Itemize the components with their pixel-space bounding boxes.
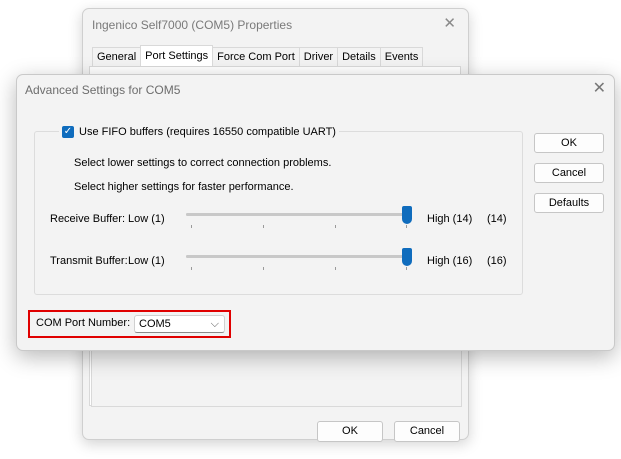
ok-button[interactable]: OK xyxy=(534,133,604,153)
slider-tick xyxy=(335,267,336,270)
com-port-select[interactable]: COM5 ⌵ xyxy=(134,315,225,333)
slider-tick xyxy=(406,267,407,270)
tab-driver[interactable]: Driver xyxy=(298,47,339,66)
defaults-button[interactable]: Defaults xyxy=(534,193,604,213)
advanced-dialog-title: Advanced Settings for COM5 xyxy=(25,83,181,97)
slider-tick xyxy=(263,225,264,228)
fifo-checkbox-row[interactable]: ✓ Use FIFO buffers (requires 16550 compa… xyxy=(59,125,339,139)
properties-window-title: Ingenico Self7000 (COM5) Properties xyxy=(92,18,293,32)
transmit-buffer-value: (16) xyxy=(487,255,507,267)
receive-buffer-slider[interactable] xyxy=(186,213,408,216)
properties-cancel-button[interactable]: Cancel xyxy=(394,421,460,442)
transmit-buffer-slider-thumb[interactable] xyxy=(402,248,412,266)
tab-general[interactable]: General xyxy=(92,47,142,66)
tab-port-settings[interactable]: Port Settings xyxy=(140,45,214,66)
slider-tick xyxy=(335,225,336,228)
slider-tick xyxy=(263,267,264,270)
close-icon[interactable]: ✕ xyxy=(443,14,456,32)
fifo-checkbox-label: Use FIFO buffers (requires 16550 compati… xyxy=(79,126,336,138)
com-port-value: COM5 xyxy=(139,318,171,330)
properties-ok-button[interactable]: OK xyxy=(317,421,383,442)
fifo-checkbox[interactable]: ✓ xyxy=(62,126,74,138)
transmit-buffer-fill xyxy=(186,255,408,258)
tab-strip: General Port Settings Force Com Port Dri… xyxy=(92,45,424,67)
slider-tick xyxy=(406,225,407,228)
chevron-down-icon: ⌵ xyxy=(210,318,219,330)
transmit-buffer-low-label: Low (1) xyxy=(128,255,165,267)
receive-buffer-value: (14) xyxy=(487,213,507,225)
tab-events[interactable]: Events xyxy=(379,47,424,66)
com-port-highlight: COM Port Number: COM5 ⌵ xyxy=(28,310,231,338)
com-port-label: COM Port Number: xyxy=(36,317,131,329)
cancel-button[interactable]: Cancel xyxy=(534,163,604,183)
tab-details[interactable]: Details xyxy=(337,47,381,66)
hint-higher-text: Select higher settings for faster perfor… xyxy=(74,181,294,193)
receive-buffer-label: Receive Buffer: xyxy=(50,213,126,225)
close-icon[interactable]: ✕ xyxy=(593,78,606,98)
transmit-buffer-high-label: High (16) xyxy=(427,255,473,267)
transmit-buffer-label: Transmit Buffer: xyxy=(50,255,128,267)
hint-lower-text: Select lower settings to correct connect… xyxy=(74,157,332,169)
receive-buffer-high-label: High (14) xyxy=(427,213,473,225)
tab-force-com-port[interactable]: Force Com Port xyxy=(212,47,300,66)
slider-tick xyxy=(191,267,192,270)
receive-buffer-low-label: Low (1) xyxy=(128,213,165,225)
receive-buffer-slider-thumb[interactable] xyxy=(402,206,412,224)
receive-buffer-fill xyxy=(186,213,408,216)
slider-tick xyxy=(191,225,192,228)
transmit-buffer-slider[interactable] xyxy=(186,255,408,258)
